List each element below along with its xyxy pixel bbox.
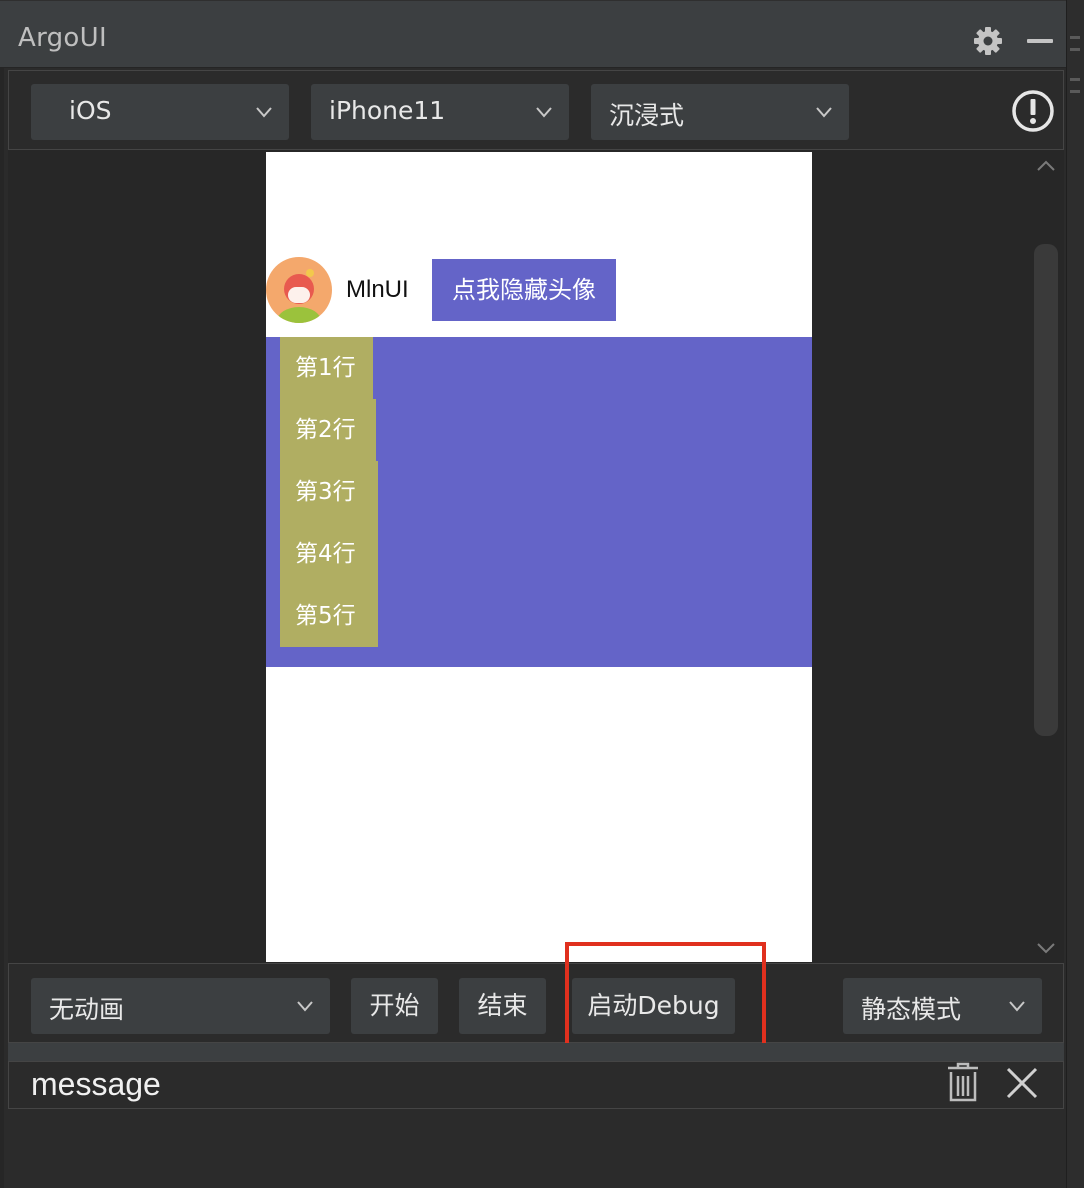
start-button[interactable]: 开始 — [351, 978, 438, 1034]
preview-name: MlnUI — [346, 276, 409, 303]
debug-highlight-box — [565, 942, 766, 1051]
display-mode-dropdown[interactable]: 沉浸式 — [591, 84, 849, 140]
chevron-down-icon — [816, 107, 832, 118]
bottom-toolbar: 无动画 开始 结束 启动Debug 静态模式 — [8, 963, 1064, 1043]
list-panel: 第1行 第2行 第3行 第4行 第5行 — [266, 337, 812, 667]
chevron-down-icon — [256, 107, 272, 118]
display-mode-value: 沉浸式 — [609, 101, 685, 130]
close-icon[interactable] — [1005, 1066, 1039, 1100]
panel-splitter[interactable] — [8, 1043, 1064, 1061]
platform-value: iOS — [69, 96, 112, 125]
render-mode-dropdown[interactable]: 静态模式 — [843, 978, 1042, 1034]
info-icon[interactable] — [1011, 89, 1055, 133]
window-title: ArgoUI — [18, 23, 107, 53]
animation-value: 无动画 — [49, 995, 125, 1024]
animation-dropdown[interactable]: 无动画 — [31, 978, 330, 1034]
device-dropdown[interactable]: iPhone11 — [311, 84, 569, 140]
end-button[interactable]: 结束 — [459, 978, 546, 1034]
hide-avatar-button[interactable]: 点我隐藏头像 — [432, 259, 616, 321]
minimize-icon[interactable] — [1027, 39, 1053, 43]
phone-preview: MlnUI 点我隐藏头像 第1行 第2行 第3行 第4行 第5行 — [266, 152, 812, 962]
message-body — [8, 1109, 1064, 1188]
avatar[interactable] — [266, 257, 332, 323]
gear-icon[interactable] — [972, 25, 1004, 57]
chevron-up-icon[interactable] — [1036, 160, 1056, 172]
list-item[interactable]: 第3行 — [280, 461, 378, 523]
list-item[interactable]: 第5行 — [280, 585, 378, 647]
chevron-down-icon — [297, 1001, 313, 1012]
top-toolbar: iOS iPhone11 沉浸式 — [8, 70, 1064, 150]
device-value: iPhone11 — [329, 96, 446, 125]
scrollbar-thumb[interactable] — [1034, 244, 1058, 736]
chevron-down-icon — [1009, 1001, 1025, 1012]
message-header: message — [8, 1061, 1064, 1109]
left-edge — [0, 68, 4, 1188]
chevron-down-icon[interactable] — [1036, 942, 1056, 954]
chevron-down-icon — [536, 107, 552, 118]
list-item[interactable]: 第4行 — [280, 523, 378, 585]
message-label: message — [31, 1066, 161, 1102]
side-strip — [1066, 0, 1084, 1188]
list-item[interactable]: 第2行 — [280, 399, 376, 461]
platform-dropdown[interactable]: iOS — [31, 84, 289, 140]
list-item[interactable]: 第1行 — [280, 337, 373, 399]
tool-window-titlebar: ArgoUI — [0, 0, 1066, 68]
render-mode-value: 静态模式 — [861, 995, 962, 1024]
trash-icon[interactable] — [945, 1062, 981, 1104]
